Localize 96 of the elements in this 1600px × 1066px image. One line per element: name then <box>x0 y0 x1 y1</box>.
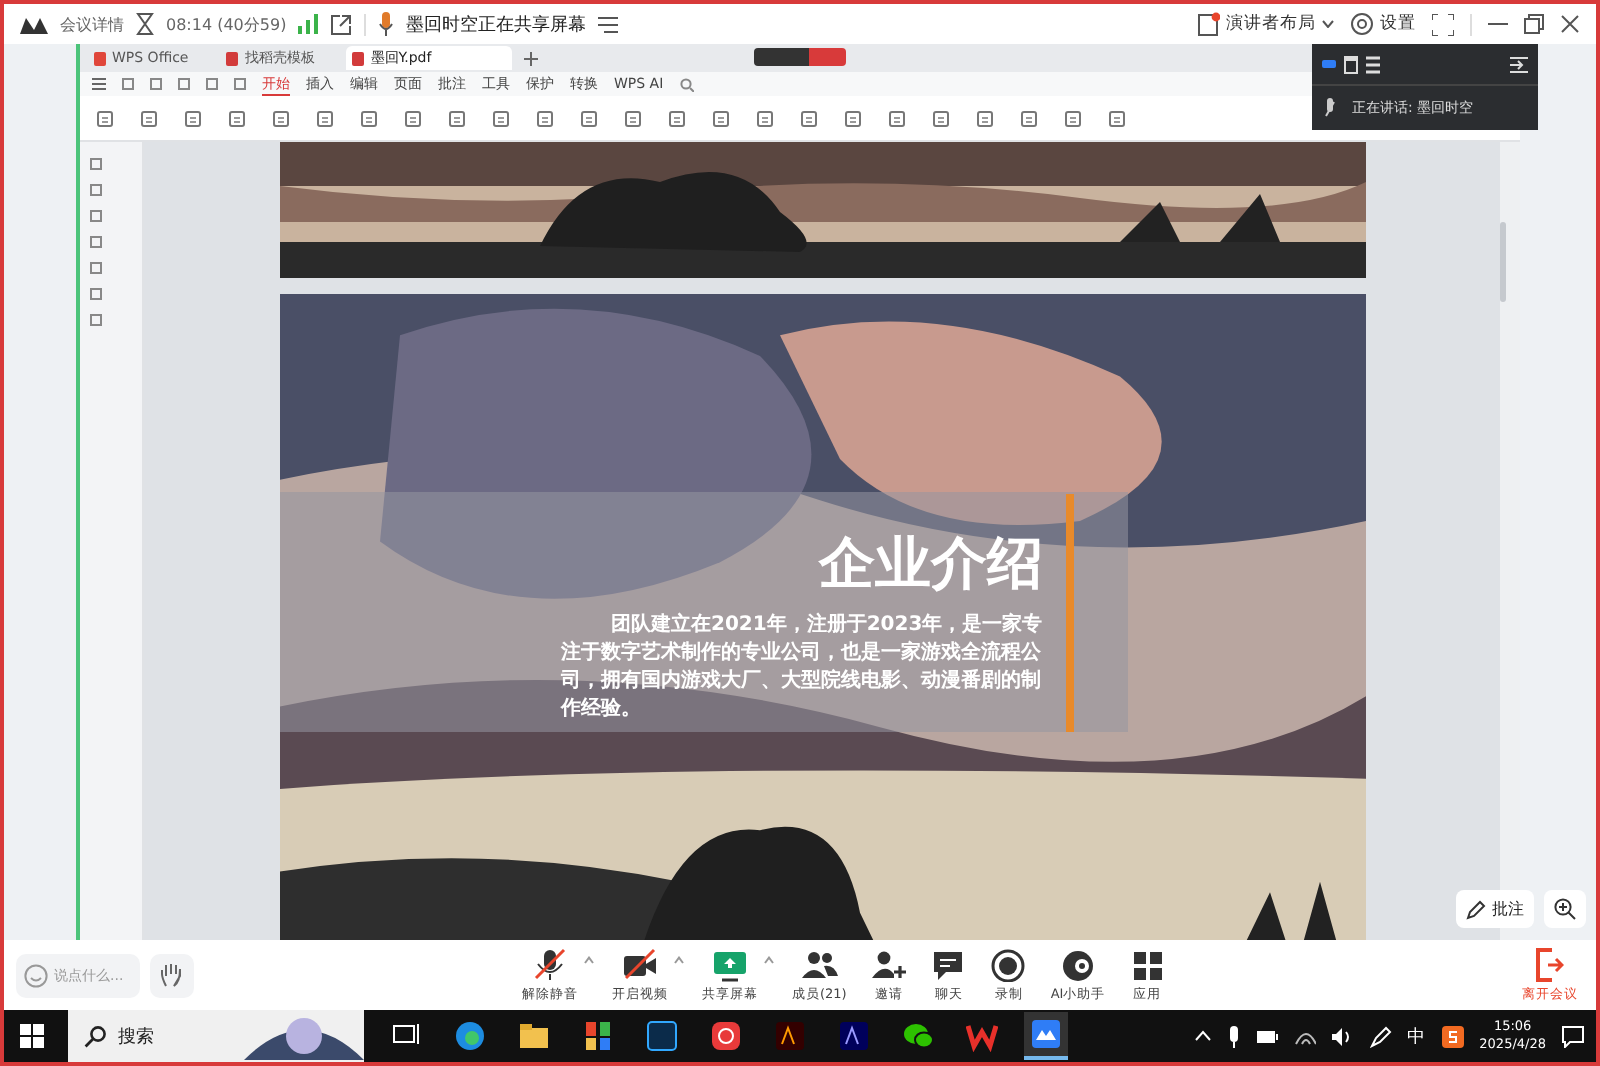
toolbar-icon[interactable] <box>580 109 598 127</box>
toolbar-icon[interactable] <box>1108 109 1126 127</box>
toolbar-icon[interactable] <box>800 109 818 127</box>
toolbar-icon[interactable] <box>976 109 994 127</box>
layout-icon <box>1198 12 1220 36</box>
battery-icon[interactable] <box>1255 1029 1278 1043</box>
toolbar-icon[interactable] <box>234 78 246 90</box>
menu-icon[interactable] <box>92 78 106 90</box>
toolbar-icon[interactable] <box>756 109 774 127</box>
file-icon <box>94 51 106 65</box>
notification-icon[interactable] <box>1562 1025 1584 1047</box>
toolbar-icon[interactable] <box>316 109 334 127</box>
menu-icon[interactable] <box>598 15 619 33</box>
layout-button[interactable]: 演讲者布局 <box>1198 12 1334 36</box>
toolbar-icon[interactable] <box>228 109 246 127</box>
sidebar-icon[interactable] <box>90 210 102 222</box>
toolbar-icon[interactable] <box>140 109 158 127</box>
toolbar-icon[interactable] <box>712 109 730 127</box>
camera-off-icon <box>622 947 658 981</box>
toolbar-icon[interactable] <box>360 109 378 127</box>
assistant-icon <box>1060 947 1097 981</box>
toolbar-icon[interactable] <box>272 109 290 127</box>
file-icon <box>226 51 239 65</box>
wifi-icon[interactable] <box>1293 1027 1316 1045</box>
chevron-up-icon[interactable] <box>1193 1030 1212 1042</box>
hourglass-icon <box>136 12 154 36</box>
exit-icon <box>1536 947 1564 981</box>
pen-icon[interactable] <box>1369 1025 1392 1047</box>
taskbar-search[interactable]: 搜索 <box>68 1010 364 1062</box>
add-tab-icon[interactable] <box>524 51 539 65</box>
sidebar-icon[interactable] <box>90 158 102 170</box>
pen-icon <box>1466 899 1486 919</box>
microphone-off-icon <box>532 947 568 981</box>
toolbar-icon[interactable] <box>448 109 466 127</box>
app-tray-icon[interactable] <box>1441 1025 1464 1047</box>
toolbar-icon[interactable] <box>178 78 190 90</box>
toolbar-icon[interactable] <box>206 78 218 90</box>
chat-icon <box>930 947 967 981</box>
search-icon <box>84 1025 106 1047</box>
toolbar-icon[interactable] <box>1064 109 1082 127</box>
external-link-icon[interactable] <box>330 13 353 35</box>
collapse-icon[interactable] <box>1510 55 1528 73</box>
sharing-badge <box>754 48 846 66</box>
input-method-indicator[interactable]: 中 <box>1407 1023 1426 1049</box>
options-caret-icon[interactable] <box>584 955 594 963</box>
toolbar-icon[interactable] <box>122 78 134 90</box>
annotate-button[interactable]: 批注 <box>1456 890 1534 928</box>
fullscreen-icon[interactable] <box>1432 13 1454 35</box>
meeting-timer[interactable]: 08:14 (40分59) <box>166 13 287 35</box>
windows-start-icon[interactable] <box>20 1024 44 1048</box>
search-icon[interactable] <box>679 77 694 91</box>
sidebar-icon[interactable] <box>90 288 102 300</box>
options-caret-icon[interactable] <box>764 955 774 963</box>
sidebar-icon[interactable] <box>90 236 102 248</box>
slide-heading: 企业介绍 <box>819 528 1043 600</box>
grid-icon <box>1129 947 1166 981</box>
toolbar-icon[interactable] <box>844 109 862 127</box>
close-icon[interactable] <box>1560 14 1580 34</box>
toolbar-icon[interactable] <box>668 109 686 127</box>
zoom-button[interactable] <box>1544 890 1586 928</box>
toolbar-icon[interactable] <box>536 109 554 127</box>
toolbar-icon[interactable] <box>932 109 950 127</box>
strip-view-icon[interactable] <box>1322 60 1336 68</box>
toolbar-icon[interactable] <box>184 109 202 127</box>
add-person-icon <box>870 947 907 981</box>
toolbar-icon[interactable] <box>888 109 906 127</box>
toolbar-icon[interactable] <box>404 109 422 127</box>
volume-icon[interactable] <box>1331 1027 1354 1045</box>
sharing-notice: 墨回时空正在共享屏幕 <box>406 13 587 37</box>
toolbar-icon[interactable] <box>492 109 510 127</box>
screen-share-icon <box>712 947 748 981</box>
search-highlight-icon <box>244 1012 364 1060</box>
list-view-icon[interactable] <box>1366 55 1380 73</box>
dropdown-caret-icon <box>1322 20 1334 28</box>
raise-hand-button[interactable] <box>150 953 194 997</box>
settings-icon <box>1350 12 1374 36</box>
slide-paragraph: 团队建立在2021年，注册于2023年，是一家专注于数字艺术制作的专业公司，也是一家游戏全流程公司，拥有国内游戏大厂、大型院线电影、动漫番剧的制作经验。 <box>561 612 1045 724</box>
options-caret-icon[interactable] <box>674 955 684 963</box>
sidebar-icon[interactable] <box>90 262 102 274</box>
zoom-in-icon <box>1554 898 1576 920</box>
sidebar-icon[interactable] <box>90 314 102 326</box>
single-view-icon[interactable] <box>1344 55 1358 73</box>
file-icon <box>352 51 365 65</box>
logo-icon <box>20 14 48 34</box>
toolbar-icon[interactable] <box>624 109 642 127</box>
settings-button[interactable]: 设置 <box>1350 12 1416 36</box>
meeting-app-icon[interactable] <box>1024 1012 1068 1060</box>
sidebar-icon[interactable] <box>90 184 102 196</box>
restore-icon[interactable] <box>1524 14 1544 34</box>
toolbar-icon[interactable] <box>96 109 114 127</box>
people-icon <box>801 947 838 981</box>
meeting-details-link[interactable]: 会议详情 <box>60 13 124 35</box>
toolbar-icon[interactable] <box>1020 109 1038 127</box>
toolbar-icon[interactable] <box>150 78 162 90</box>
signal-icon <box>298 14 319 34</box>
record-icon <box>990 947 1027 981</box>
